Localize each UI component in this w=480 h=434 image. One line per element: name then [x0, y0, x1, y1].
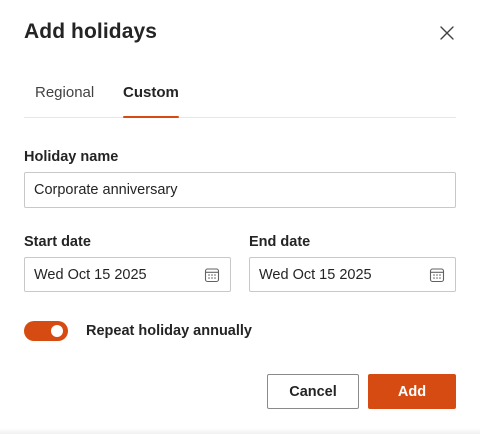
start-date-label: Start date [24, 234, 91, 250]
tab-custom[interactable]: Custom [123, 84, 179, 118]
toggle-knob [51, 325, 63, 337]
repeat-annually-label: Repeat holiday annually [86, 323, 252, 339]
end-date-picker[interactable]: Wed Oct 15 2025 [249, 257, 456, 292]
cancel-button[interactable]: Cancel [267, 374, 359, 409]
dialog-bottom-shadow [0, 428, 480, 434]
holiday-name-label: Holiday name [24, 149, 119, 165]
calendar-icon [429, 268, 445, 283]
close-icon [440, 26, 454, 40]
tab-list: Regional Custom [24, 76, 456, 118]
tab-regional[interactable]: Regional [35, 84, 94, 117]
start-date-value: Wed Oct 15 2025 [34, 266, 147, 283]
start-date-picker[interactable]: Wed Oct 15 2025 [24, 257, 231, 292]
repeat-annually-toggle[interactable] [24, 321, 68, 341]
holiday-name-input[interactable]: Corporate anniversary [24, 172, 456, 208]
calendar-icon [204, 268, 220, 283]
close-button[interactable] [434, 20, 460, 46]
add-button[interactable]: Add [368, 374, 456, 409]
end-date-label: End date [249, 234, 311, 250]
holiday-name-value: Corporate anniversary [34, 182, 178, 198]
add-holidays-dialog: Add holidays Regional Custom Holiday nam… [0, 0, 480, 434]
dialog-title: Add holidays [24, 20, 158, 43]
end-date-value: Wed Oct 15 2025 [259, 266, 372, 283]
